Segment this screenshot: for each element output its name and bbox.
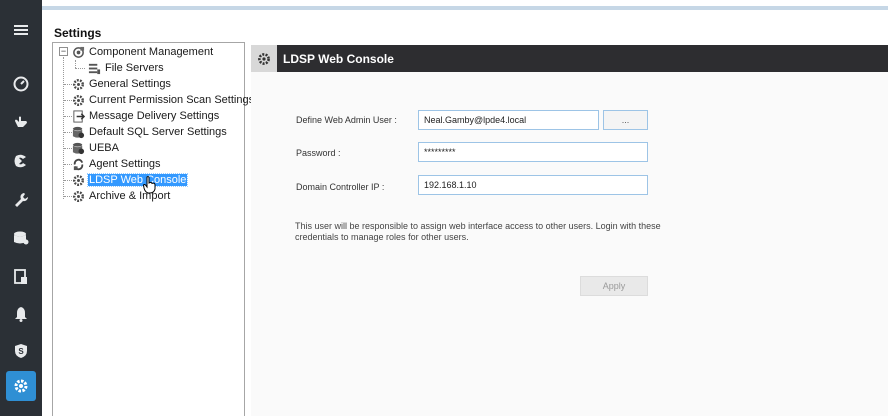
tree-item-agent-settings[interactable]: Agent Settings	[71, 156, 162, 172]
tree-item-label: UEBA	[89, 142, 119, 154]
message-icon	[71, 109, 85, 123]
window-top-border	[42, 6, 888, 10]
alert-bell-icon[interactable]	[0, 293, 42, 335]
settings-tree: − Component Management File Servers Gene…	[52, 42, 254, 416]
tree-connector	[75, 60, 76, 68]
panel-header: LDSP Web Console	[251, 45, 888, 72]
database-icon[interactable]	[0, 217, 42, 259]
tree-item-label: Current Permission Scan Settings	[89, 94, 255, 106]
svg-text:S: S	[18, 347, 24, 356]
gear-icon	[251, 45, 277, 72]
tree-item-file-servers[interactable]: File Servers	[87, 60, 165, 76]
icon-rail: S	[0, 0, 42, 416]
tree-item-ldsp-web-console[interactable]: LDSP Web Console	[71, 172, 189, 188]
shield-icon[interactable]: S	[0, 330, 42, 372]
tree-item-label: Archive & Import	[89, 190, 171, 202]
gear-icon	[71, 93, 85, 107]
tree-item-label: General Settings	[89, 78, 171, 90]
tree-connector	[63, 57, 64, 199]
tree-item-default-sql-server-settings[interactable]: Default SQL Server Settings	[71, 124, 228, 140]
tree-item-message-delivery-settings[interactable]: Message Delivery Settings	[71, 108, 220, 124]
password-label: Password :	[296, 148, 341, 158]
password-field[interactable]: *********	[418, 142, 648, 162]
tree-item-ueba[interactable]: UEBA	[71, 140, 120, 156]
report-icon[interactable]	[0, 256, 42, 298]
browse-user-button[interactable]: ...	[603, 110, 648, 130]
tree-item-label: Default SQL Server Settings	[89, 126, 227, 138]
tree-item-label: LDSP Web Console	[86, 173, 189, 187]
settings-gear-icon[interactable]	[6, 371, 36, 401]
tree-item-current-permission-scan-settings[interactable]: Current Permission Scan Settings	[71, 92, 255, 108]
gear-icon	[71, 189, 85, 203]
help-text: This user will be responsible to assign …	[295, 221, 661, 242]
scan-icon[interactable]	[0, 140, 42, 182]
wrench-icon[interactable]	[0, 179, 42, 221]
page-title: Settings	[54, 26, 102, 40]
apply-button[interactable]: Apply	[580, 276, 648, 296]
tree-item-label: Agent Settings	[89, 158, 161, 170]
hand-cursor-icon	[142, 176, 157, 199]
file-server-icon	[87, 61, 101, 75]
dashboard-icon[interactable]	[0, 63, 42, 105]
tree-item-label: Message Delivery Settings	[89, 110, 220, 122]
tree-item-general-settings[interactable]: General Settings	[71, 76, 172, 92]
gear-icon	[71, 77, 85, 91]
menu-icon[interactable]	[0, 16, 42, 44]
domain-controller-ip-field[interactable]: 192.168.1.10	[418, 175, 648, 195]
agent-icon	[71, 157, 85, 171]
gear-icon	[71, 173, 85, 187]
admin-user-label: Define Web Admin User :	[296, 115, 397, 125]
collapse-toggle[interactable]: −	[59, 47, 68, 56]
domain-controller-ip-label: Domain Controller IP :	[296, 182, 385, 192]
panel-title: LDSP Web Console	[283, 51, 394, 66]
tree-item-label: Component Management	[89, 46, 214, 58]
tree-connector	[75, 68, 85, 69]
tree-item-component-management[interactable]: Component Management	[71, 44, 214, 60]
component-icon	[71, 45, 85, 59]
hand-icon[interactable]	[0, 101, 42, 143]
tree-item-label: File Servers	[105, 62, 164, 74]
admin-user-field[interactable]: Neal.Gamby@lpde4.local	[418, 110, 599, 130]
database-gear-icon	[71, 125, 85, 139]
database-gear-icon	[71, 141, 85, 155]
